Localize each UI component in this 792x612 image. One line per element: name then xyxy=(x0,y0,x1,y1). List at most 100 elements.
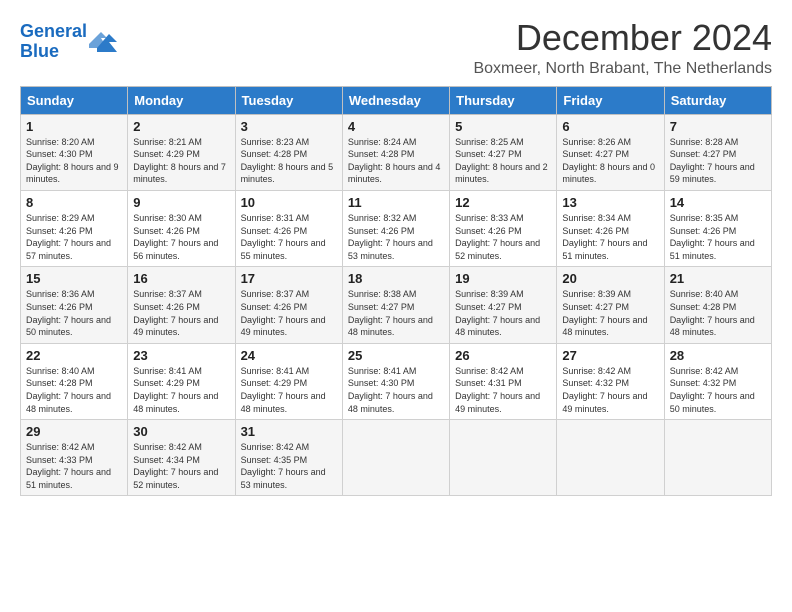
day-number: 12 xyxy=(455,195,551,210)
day-detail: Sunrise: 8:40 AMSunset: 4:28 PMDaylight:… xyxy=(670,288,766,338)
day-cell-16: 16 Sunrise: 8:37 AMSunset: 4:26 PMDayligh… xyxy=(128,267,235,343)
day-detail: Sunrise: 8:42 AMSunset: 4:35 PMDaylight:… xyxy=(241,441,337,491)
day-cell-26: 26Sunrise: 8:42 AMSunset: 4:31 PMDayligh… xyxy=(450,343,557,419)
day-cell-25: 25 Sunrise: 8:41 AMSunset: 4:30 PMDayligh… xyxy=(342,343,449,419)
logo-line2: Blue xyxy=(20,41,59,61)
day-cell-3: 3 Sunrise: 8:23 AMSunset: 4:28 PMDaylight… xyxy=(235,114,342,190)
day-cell-27: 27 Sunrise: 8:42 AMSunset: 4:32 PMDayligh… xyxy=(557,343,664,419)
day-cell-17: 17 Sunrise: 8:37 AMSunset: 4:26 PMDayligh… xyxy=(235,267,342,343)
day-detail: Sunrise: 8:23 AMSunset: 4:28 PMDaylight:… xyxy=(241,136,337,186)
day-detail: Sunrise: 8:26 AMSunset: 4:27 PMDaylight:… xyxy=(562,136,658,186)
day-detail: Sunrise: 8:42 AMSunset: 4:32 PMDaylight:… xyxy=(562,365,658,415)
day-cell-12: 12Sunrise: 8:33 AMSunset: 4:26 PMDayligh… xyxy=(450,190,557,266)
day-number: 3 xyxy=(241,119,337,134)
day-number: 9 xyxy=(133,195,229,210)
day-cell-23: 23 Sunrise: 8:41 AMSunset: 4:29 PMDayligh… xyxy=(128,343,235,419)
day-number: 10 xyxy=(241,195,337,210)
day-number: 7 xyxy=(670,119,766,134)
day-number: 25 xyxy=(348,348,444,363)
day-number: 6 xyxy=(562,119,658,134)
day-detail: Sunrise: 8:34 AMSunset: 4:26 PMDaylight:… xyxy=(562,212,658,262)
day-number: 17 xyxy=(241,271,337,286)
logo-line1: General xyxy=(20,21,87,41)
day-detail: Sunrise: 8:21 AMSunset: 4:29 PMDaylight:… xyxy=(133,136,229,186)
column-header-thursday: Thursday xyxy=(450,86,557,114)
column-header-wednesday: Wednesday xyxy=(342,86,449,114)
day-number: 15 xyxy=(26,271,122,286)
day-cell-28: 28Sunrise: 8:42 AMSunset: 4:32 PMDayligh… xyxy=(664,343,771,419)
day-cell-24: 24 Sunrise: 8:41 AMSunset: 4:29 PMDayligh… xyxy=(235,343,342,419)
day-detail: Sunrise: 8:42 AMSunset: 4:31 PMDaylight:… xyxy=(455,365,551,415)
day-number: 8 xyxy=(26,195,122,210)
day-detail: Sunrise: 8:37 AMSunset: 4:26 PMDaylight:… xyxy=(241,288,337,338)
day-cell-22: 22 Sunrise: 8:40 AMSunset: 4:28 PMDayligh… xyxy=(21,343,128,419)
day-detail: Sunrise: 8:37 AMSunset: 4:26 PMDaylight:… xyxy=(133,288,229,338)
day-detail: Sunrise: 8:42 AMSunset: 4:32 PMDaylight:… xyxy=(670,365,766,415)
empty-cell xyxy=(557,420,664,496)
day-cell-18: 18Sunrise: 8:38 AMSunset: 4:27 PMDayligh… xyxy=(342,267,449,343)
day-number: 27 xyxy=(562,348,658,363)
main-title: December 2024 xyxy=(473,18,772,58)
day-cell-14: 14 Sunrise: 8:35 AMSunset: 4:26 PMDayligh… xyxy=(664,190,771,266)
day-number: 29 xyxy=(26,424,122,439)
day-cell-13: 13 Sunrise: 8:34 AMSunset: 4:26 PMDayligh… xyxy=(557,190,664,266)
title-block: December 2024 Boxmeer, North Brabant, Th… xyxy=(473,18,772,78)
logo-text: General Blue xyxy=(20,22,87,62)
day-cell-4: 4 Sunrise: 8:24 AMSunset: 4:28 PMDaylight… xyxy=(342,114,449,190)
day-detail: Sunrise: 8:42 AMSunset: 4:33 PMDaylight:… xyxy=(26,441,122,491)
day-number: 1 xyxy=(26,119,122,134)
calendar-header-row: SundayMondayTuesdayWednesdayThursdayFrid… xyxy=(21,86,772,114)
week-row-3: 15 Sunrise: 8:36 AMSunset: 4:26 PMDayligh… xyxy=(21,267,772,343)
day-number: 18 xyxy=(348,271,444,286)
empty-cell xyxy=(450,420,557,496)
day-cell-31: 31 Sunrise: 8:42 AMSunset: 4:35 PMDayligh… xyxy=(235,420,342,496)
day-detail: Sunrise: 8:30 AMSunset: 4:26 PMDaylight:… xyxy=(133,212,229,262)
column-header-monday: Monday xyxy=(128,86,235,114)
day-number: 22 xyxy=(26,348,122,363)
day-number: 13 xyxy=(562,195,658,210)
week-row-5: 29 Sunrise: 8:42 AMSunset: 4:33 PMDayligh… xyxy=(21,420,772,496)
day-detail: Sunrise: 8:40 AMSunset: 4:28 PMDaylight:… xyxy=(26,365,122,415)
day-cell-19: 19 Sunrise: 8:39 AMSunset: 4:27 PMDayligh… xyxy=(450,267,557,343)
day-detail: Sunrise: 8:25 AMSunset: 4:27 PMDaylight:… xyxy=(455,136,551,186)
day-cell-29: 29 Sunrise: 8:42 AMSunset: 4:33 PMDayligh… xyxy=(21,420,128,496)
day-number: 30 xyxy=(133,424,229,439)
day-number: 21 xyxy=(670,271,766,286)
week-row-2: 8Sunrise: 8:29 AMSunset: 4:26 PMDaylight… xyxy=(21,190,772,266)
day-cell-20: 20 Sunrise: 8:39 AMSunset: 4:27 PMDayligh… xyxy=(557,267,664,343)
day-detail: Sunrise: 8:41 AMSunset: 4:29 PMDaylight:… xyxy=(133,365,229,415)
day-detail: Sunrise: 8:41 AMSunset: 4:29 PMDaylight:… xyxy=(241,365,337,415)
column-header-friday: Friday xyxy=(557,86,664,114)
day-detail: Sunrise: 8:36 AMSunset: 4:26 PMDaylight:… xyxy=(26,288,122,338)
day-number: 14 xyxy=(670,195,766,210)
day-cell-5: 5 Sunrise: 8:25 AMSunset: 4:27 PMDaylight… xyxy=(450,114,557,190)
day-detail: Sunrise: 8:35 AMSunset: 4:26 PMDaylight:… xyxy=(670,212,766,262)
week-row-4: 22 Sunrise: 8:40 AMSunset: 4:28 PMDayligh… xyxy=(21,343,772,419)
day-detail: Sunrise: 8:39 AMSunset: 4:27 PMDaylight:… xyxy=(562,288,658,338)
header: General Blue December 2024 Boxmeer, Nort… xyxy=(20,18,772,78)
day-number: 16 xyxy=(133,271,229,286)
day-detail: Sunrise: 8:24 AMSunset: 4:28 PMDaylight:… xyxy=(348,136,444,186)
day-cell-9: 9 Sunrise: 8:30 AMSunset: 4:26 PMDaylight… xyxy=(128,190,235,266)
day-number: 5 xyxy=(455,119,551,134)
calendar-table: SundayMondayTuesdayWednesdayThursdayFrid… xyxy=(20,86,772,497)
day-cell-21: 21 Sunrise: 8:40 AMSunset: 4:28 PMDayligh… xyxy=(664,267,771,343)
day-number: 23 xyxy=(133,348,229,363)
day-detail: Sunrise: 8:39 AMSunset: 4:27 PMDaylight:… xyxy=(455,288,551,338)
day-cell-30: 30 Sunrise: 8:42 AMSunset: 4:34 PMDayligh… xyxy=(128,420,235,496)
day-cell-8: 8Sunrise: 8:29 AMSunset: 4:26 PMDaylight… xyxy=(21,190,128,266)
logo-icon xyxy=(89,30,117,52)
day-number: 20 xyxy=(562,271,658,286)
day-number: 31 xyxy=(241,424,337,439)
day-detail: Sunrise: 8:32 AMSunset: 4:26 PMDaylight:… xyxy=(348,212,444,262)
day-number: 11 xyxy=(348,195,444,210)
day-detail: Sunrise: 8:20 AMSunset: 4:30 PMDaylight:… xyxy=(26,136,122,186)
day-detail: Sunrise: 8:41 AMSunset: 4:30 PMDaylight:… xyxy=(348,365,444,415)
subtitle: Boxmeer, North Brabant, The Netherlands xyxy=(473,60,772,78)
day-number: 4 xyxy=(348,119,444,134)
week-row-1: 1 Sunrise: 8:20 AMSunset: 4:30 PMDaylight… xyxy=(21,114,772,190)
day-detail: Sunrise: 8:42 AMSunset: 4:34 PMDaylight:… xyxy=(133,441,229,491)
column-header-saturday: Saturday xyxy=(664,86,771,114)
day-number: 19 xyxy=(455,271,551,286)
day-number: 24 xyxy=(241,348,337,363)
